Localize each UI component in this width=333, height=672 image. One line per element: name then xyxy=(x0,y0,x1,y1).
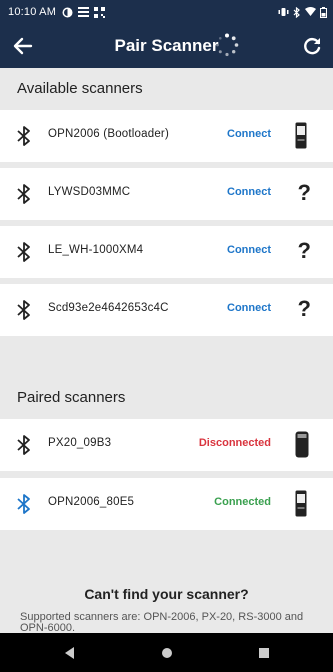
nav-back-icon[interactable] xyxy=(62,645,78,661)
wifi-icon xyxy=(305,7,316,16)
scanner-name: LE_WH-1000XM4 xyxy=(48,244,144,256)
notification-icon xyxy=(62,7,73,17)
scanner-name: OPN2006 (Bootloader) xyxy=(48,128,169,140)
help-title: Can't find your scanner? xyxy=(84,586,249,602)
connect-button[interactable]: Connect xyxy=(227,128,271,140)
scanner-device-icon xyxy=(295,490,307,517)
help-text: Supported scanners are: OPN-2006, PX-20,… xyxy=(20,611,304,634)
battery-icon xyxy=(320,6,327,18)
scanner-device-icon xyxy=(295,431,309,458)
app-bar: Pair Scanner xyxy=(0,24,333,68)
bluetooth-icon xyxy=(17,184,30,204)
bluetooth-icon xyxy=(17,435,30,455)
unknown-device-icon: ? xyxy=(297,180,311,205)
qr-code-icon xyxy=(94,6,106,18)
scanner-name: Scd93e2e4642653c4C xyxy=(48,302,169,314)
scanner-name: OPN2006_80E5 xyxy=(48,496,135,508)
available-scanner-row: Scd93e2e4642653c4C Connect ? xyxy=(0,284,333,336)
scanner-name: PX20_09B3 xyxy=(48,437,112,449)
unknown-device-icon: ? xyxy=(297,238,311,263)
paired-scanners-title: Paired scanners xyxy=(17,389,126,406)
connect-button[interactable]: Connect xyxy=(227,302,271,314)
bluetooth-icon xyxy=(17,300,30,320)
bluetooth-icon xyxy=(17,126,30,146)
status-connected: Connected xyxy=(214,496,271,508)
available-scanner-row: OPN2006 (Bootloader) Connect xyxy=(0,110,333,162)
scanner-name: LYWSD03MMC xyxy=(48,186,131,198)
page-title: Pair Scanner xyxy=(114,36,219,55)
menu-lines-icon xyxy=(78,7,90,17)
connect-button[interactable]: Connect xyxy=(227,244,271,256)
bluetooth-small-icon xyxy=(293,6,300,18)
vibrate-icon xyxy=(278,8,289,16)
refresh-icon[interactable] xyxy=(301,35,323,57)
system-nav-bar xyxy=(0,633,333,672)
status-time: 10:10 AM xyxy=(8,6,57,18)
loading-spinner-icon xyxy=(216,33,239,57)
nav-recents-icon[interactable] xyxy=(256,645,272,661)
available-scanners-title: Available scanners xyxy=(17,80,143,97)
scanner-device-icon xyxy=(295,122,307,149)
paired-scanner-row[interactable]: OPN2006_80E5 Connected xyxy=(0,478,333,530)
nav-home-icon[interactable] xyxy=(159,645,175,661)
connect-button[interactable]: Connect xyxy=(227,186,271,198)
available-scanner-row: LYWSD03MMC Connect ? xyxy=(0,168,333,220)
status-bar: 10:10 AM xyxy=(0,0,333,24)
unknown-device-icon: ? xyxy=(297,296,311,321)
bluetooth-icon xyxy=(17,494,30,514)
available-scanner-row: LE_WH-1000XM4 Connect ? xyxy=(0,226,333,278)
status-disconnected: Disconnected xyxy=(198,437,271,449)
bluetooth-icon xyxy=(17,242,30,262)
paired-scanner-row[interactable]: PX20_09B3 Disconnected xyxy=(0,419,333,471)
